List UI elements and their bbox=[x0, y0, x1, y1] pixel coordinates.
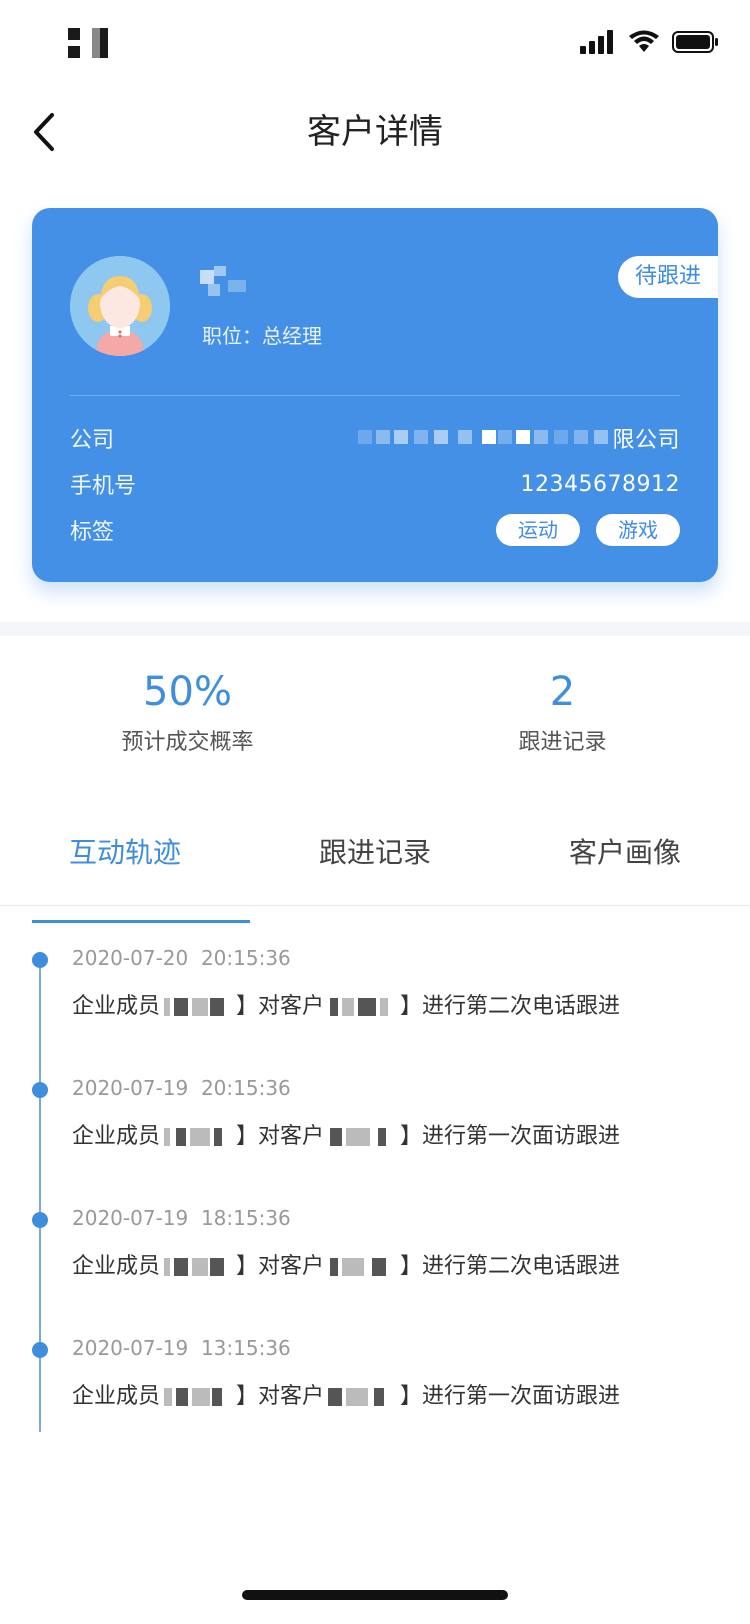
tag-list: 运动 游戏 bbox=[496, 514, 680, 546]
customer-name-blurred bbox=[326, 1254, 398, 1280]
stat-value: 50% bbox=[143, 669, 232, 715]
phone-row: 手机号 12345678912 bbox=[70, 464, 680, 504]
timeline-dot bbox=[32, 952, 48, 968]
member-name-blurred bbox=[162, 1254, 234, 1280]
tab-followup-records[interactable]: 跟进记录 bbox=[250, 818, 500, 905]
timeline-time: 2020-07-20 20:15:36 bbox=[72, 946, 291, 970]
timeline-time: 2020-07-19 18:15:36 bbox=[72, 1206, 291, 1230]
timeline-time: 2020-07-19 20:15:36 bbox=[72, 1076, 291, 1100]
battery-icon bbox=[672, 31, 718, 53]
company-name-blurred bbox=[358, 425, 609, 451]
avatar bbox=[70, 256, 170, 356]
customer-name-blurred bbox=[326, 1124, 398, 1150]
phone-value[interactable]: 12345678912 bbox=[521, 472, 680, 497]
member-name-blurred bbox=[162, 994, 234, 1020]
stat-value: 2 bbox=[549, 669, 576, 715]
card-divider bbox=[70, 395, 680, 396]
customer-name-blurred bbox=[326, 1384, 398, 1410]
timeline-item: 2020-07-19 13:15:36 企业成员 】对客户 】进行第一次面访跟进 bbox=[0, 1330, 750, 1450]
timeline-item: 2020-07-20 20:15:36 企业成员 】对客户 】进行第二次电话跟进 bbox=[0, 940, 750, 1060]
section-separator bbox=[0, 622, 750, 636]
status-badge: 待跟进 bbox=[618, 256, 718, 298]
timeline-text: 企业成员 】对客户 】进行第一次面访跟进 bbox=[72, 1384, 621, 1410]
stats-panel: 50% 预计成交概率 2 跟进记录 bbox=[0, 636, 750, 786]
stat-label: 预计成交概率 bbox=[121, 730, 254, 755]
phone-label: 手机号 bbox=[70, 474, 137, 499]
tags-label: 标签 bbox=[70, 520, 115, 545]
stat-followup-count[interactable]: 2 跟进记录 bbox=[375, 636, 750, 786]
navigation-bar: 客户详情 bbox=[0, 88, 750, 176]
customer-name-blurred bbox=[200, 266, 264, 300]
position-label: 职位： bbox=[202, 324, 262, 348]
company-row: 公司 限公司 bbox=[70, 418, 680, 458]
timeline-dot bbox=[32, 1212, 48, 1228]
company-value: 限公司 bbox=[358, 422, 680, 454]
tag-pill: 游戏 bbox=[596, 514, 680, 546]
tab-customer-profile[interactable]: 客户画像 bbox=[500, 818, 750, 905]
tag-pill: 运动 bbox=[496, 514, 580, 546]
stat-label: 跟进记录 bbox=[518, 730, 607, 755]
signal-icon bbox=[580, 30, 613, 54]
tab-interaction-track[interactable]: 互动轨迹 bbox=[0, 818, 250, 923]
timeline-text: 企业成员 】对客户 】进行第一次面访跟进 bbox=[72, 1124, 621, 1150]
company-label: 公司 bbox=[70, 428, 115, 453]
timeline-dot bbox=[32, 1082, 48, 1098]
page-title: 客户详情 bbox=[307, 112, 443, 152]
customer-name-blurred bbox=[326, 994, 398, 1020]
timeline-item: 2020-07-19 18:15:36 企业成员 】对客户 】进行第二次电话跟进 bbox=[0, 1200, 750, 1320]
wifi-icon bbox=[629, 30, 659, 52]
tab-bar: 互动轨迹 跟进记录 客户画像 bbox=[0, 818, 750, 923]
member-name-blurred bbox=[162, 1124, 234, 1150]
stat-deal-probability: 50% 预计成交概率 bbox=[0, 636, 375, 786]
member-name-blurred bbox=[162, 1384, 234, 1410]
company-name-suffix: 限公司 bbox=[612, 428, 680, 453]
tags-row: 标签 运动 游戏 bbox=[70, 510, 680, 550]
position-line: 职位： 总经理 bbox=[202, 320, 322, 349]
status-bar bbox=[0, 0, 750, 88]
customer-card: 职位： 总经理 待跟进 公司 限公司 手机号 12345678912 标签 运动… bbox=[32, 208, 718, 582]
position-value: 总经理 bbox=[262, 324, 322, 348]
timeline-text: 企业成员 】对客户 】进行第二次电话跟进 bbox=[72, 1254, 621, 1280]
timeline: 2020-07-20 20:15:36 企业成员 】对客户 】进行第二次电话跟进… bbox=[0, 940, 750, 1432]
timeline-item: 2020-07-19 20:15:36 企业成员 】对客户 】进行第一次面访跟进 bbox=[0, 1070, 750, 1190]
timeline-dot bbox=[32, 1342, 48, 1358]
timeline-text: 企业成员 】对客户 】进行第二次电话跟进 bbox=[72, 994, 621, 1020]
home-indicator bbox=[242, 1590, 508, 1600]
timeline-time: 2020-07-19 13:15:36 bbox=[72, 1336, 291, 1360]
carrier-blur bbox=[66, 28, 110, 58]
